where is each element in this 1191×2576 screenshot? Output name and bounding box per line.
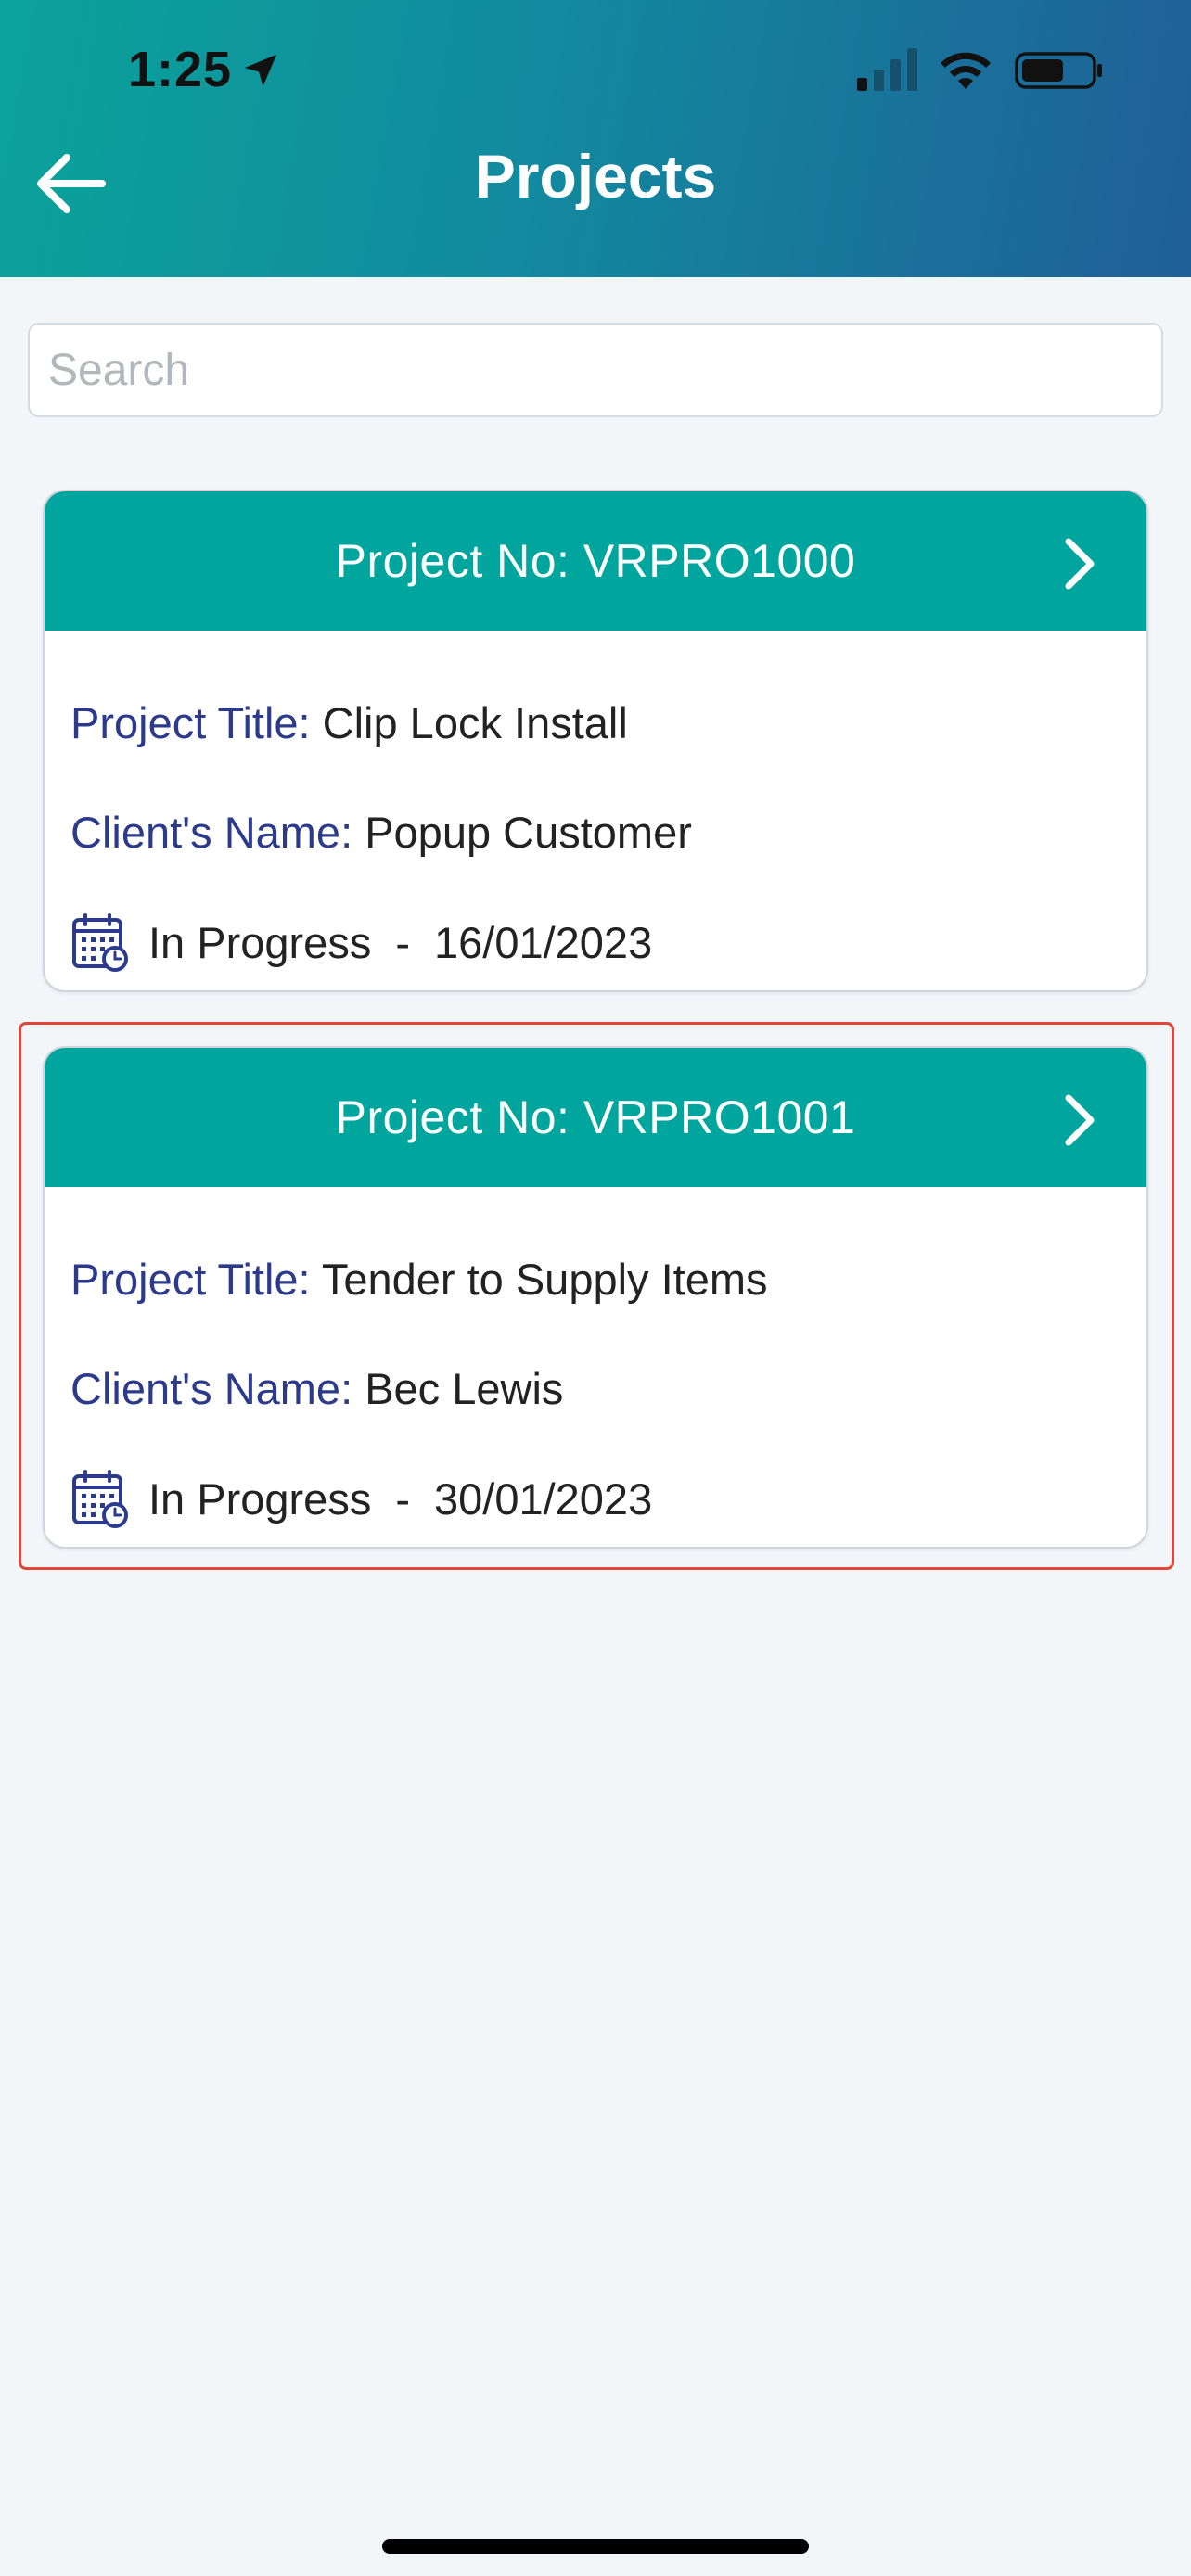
chevron-right-icon (1065, 1094, 1095, 1146)
app-header: 1:25 Projects (0, 0, 1191, 277)
project-card-header[interactable]: Project No: VRPRO1000 (45, 491, 1146, 631)
project-card[interactable]: Project No: VRPRO1001 Project Title: Ten… (43, 1046, 1148, 1549)
status-row: In Progress - 16/01/2023 (70, 912, 652, 972)
status-separator: - (395, 917, 410, 967)
status-bar: 1:25 (0, 0, 1191, 139)
status-separator: - (395, 1473, 410, 1524)
client-name-value: Popup Customer (365, 808, 692, 857)
project-card-header[interactable]: Project No: VRPRO1001 (45, 1048, 1146, 1187)
client-name-label: Client's Name: (70, 808, 353, 857)
project-status: In Progress (148, 917, 372, 967)
location-arrow-icon (244, 54, 277, 87)
home-indicator[interactable] (382, 2539, 809, 2554)
project-date: 16/01/2023 (433, 917, 653, 967)
project-number: Project No: VRPRO1000 (335, 535, 856, 587)
project-number: Project No: VRPRO1001 (335, 1091, 856, 1143)
project-card[interactable]: Project No: VRPRO1000 Project Title: Cli… (43, 490, 1148, 992)
status-row: In Progress - 30/01/2023 (70, 1469, 652, 1528)
client-name-row: Client's Name: Popup Customer (70, 807, 692, 858)
battery-icon (1015, 52, 1102, 89)
search-input[interactable] (28, 323, 1163, 417)
status-time: 1:25 (128, 42, 233, 97)
calendar-clock-icon (72, 1470, 128, 1528)
cellular-signal-icon (857, 48, 917, 91)
project-title-row: Project Title: Clip Lock Install (70, 697, 628, 748)
calendar-clock-icon (72, 913, 128, 972)
client-name-row: Client's Name: Bec Lewis (70, 1363, 563, 1414)
project-date: 30/01/2023 (433, 1473, 653, 1524)
wifi-icon (941, 52, 991, 89)
project-title-value: Clip Lock Install (322, 698, 628, 747)
client-name-value: Bec Lewis (365, 1364, 564, 1413)
project-title-row: Project Title: Tender to Supply Items (70, 1254, 768, 1305)
page-title: Projects (474, 142, 717, 210)
project-status: In Progress (148, 1473, 372, 1524)
chevron-right-icon (1065, 538, 1095, 590)
client-name-label: Client's Name: (70, 1364, 353, 1413)
project-title-label: Project Title: (70, 1255, 311, 1304)
project-title-value: Tender to Supply Items (321, 1255, 768, 1304)
project-title-label: Project Title: (70, 698, 311, 747)
